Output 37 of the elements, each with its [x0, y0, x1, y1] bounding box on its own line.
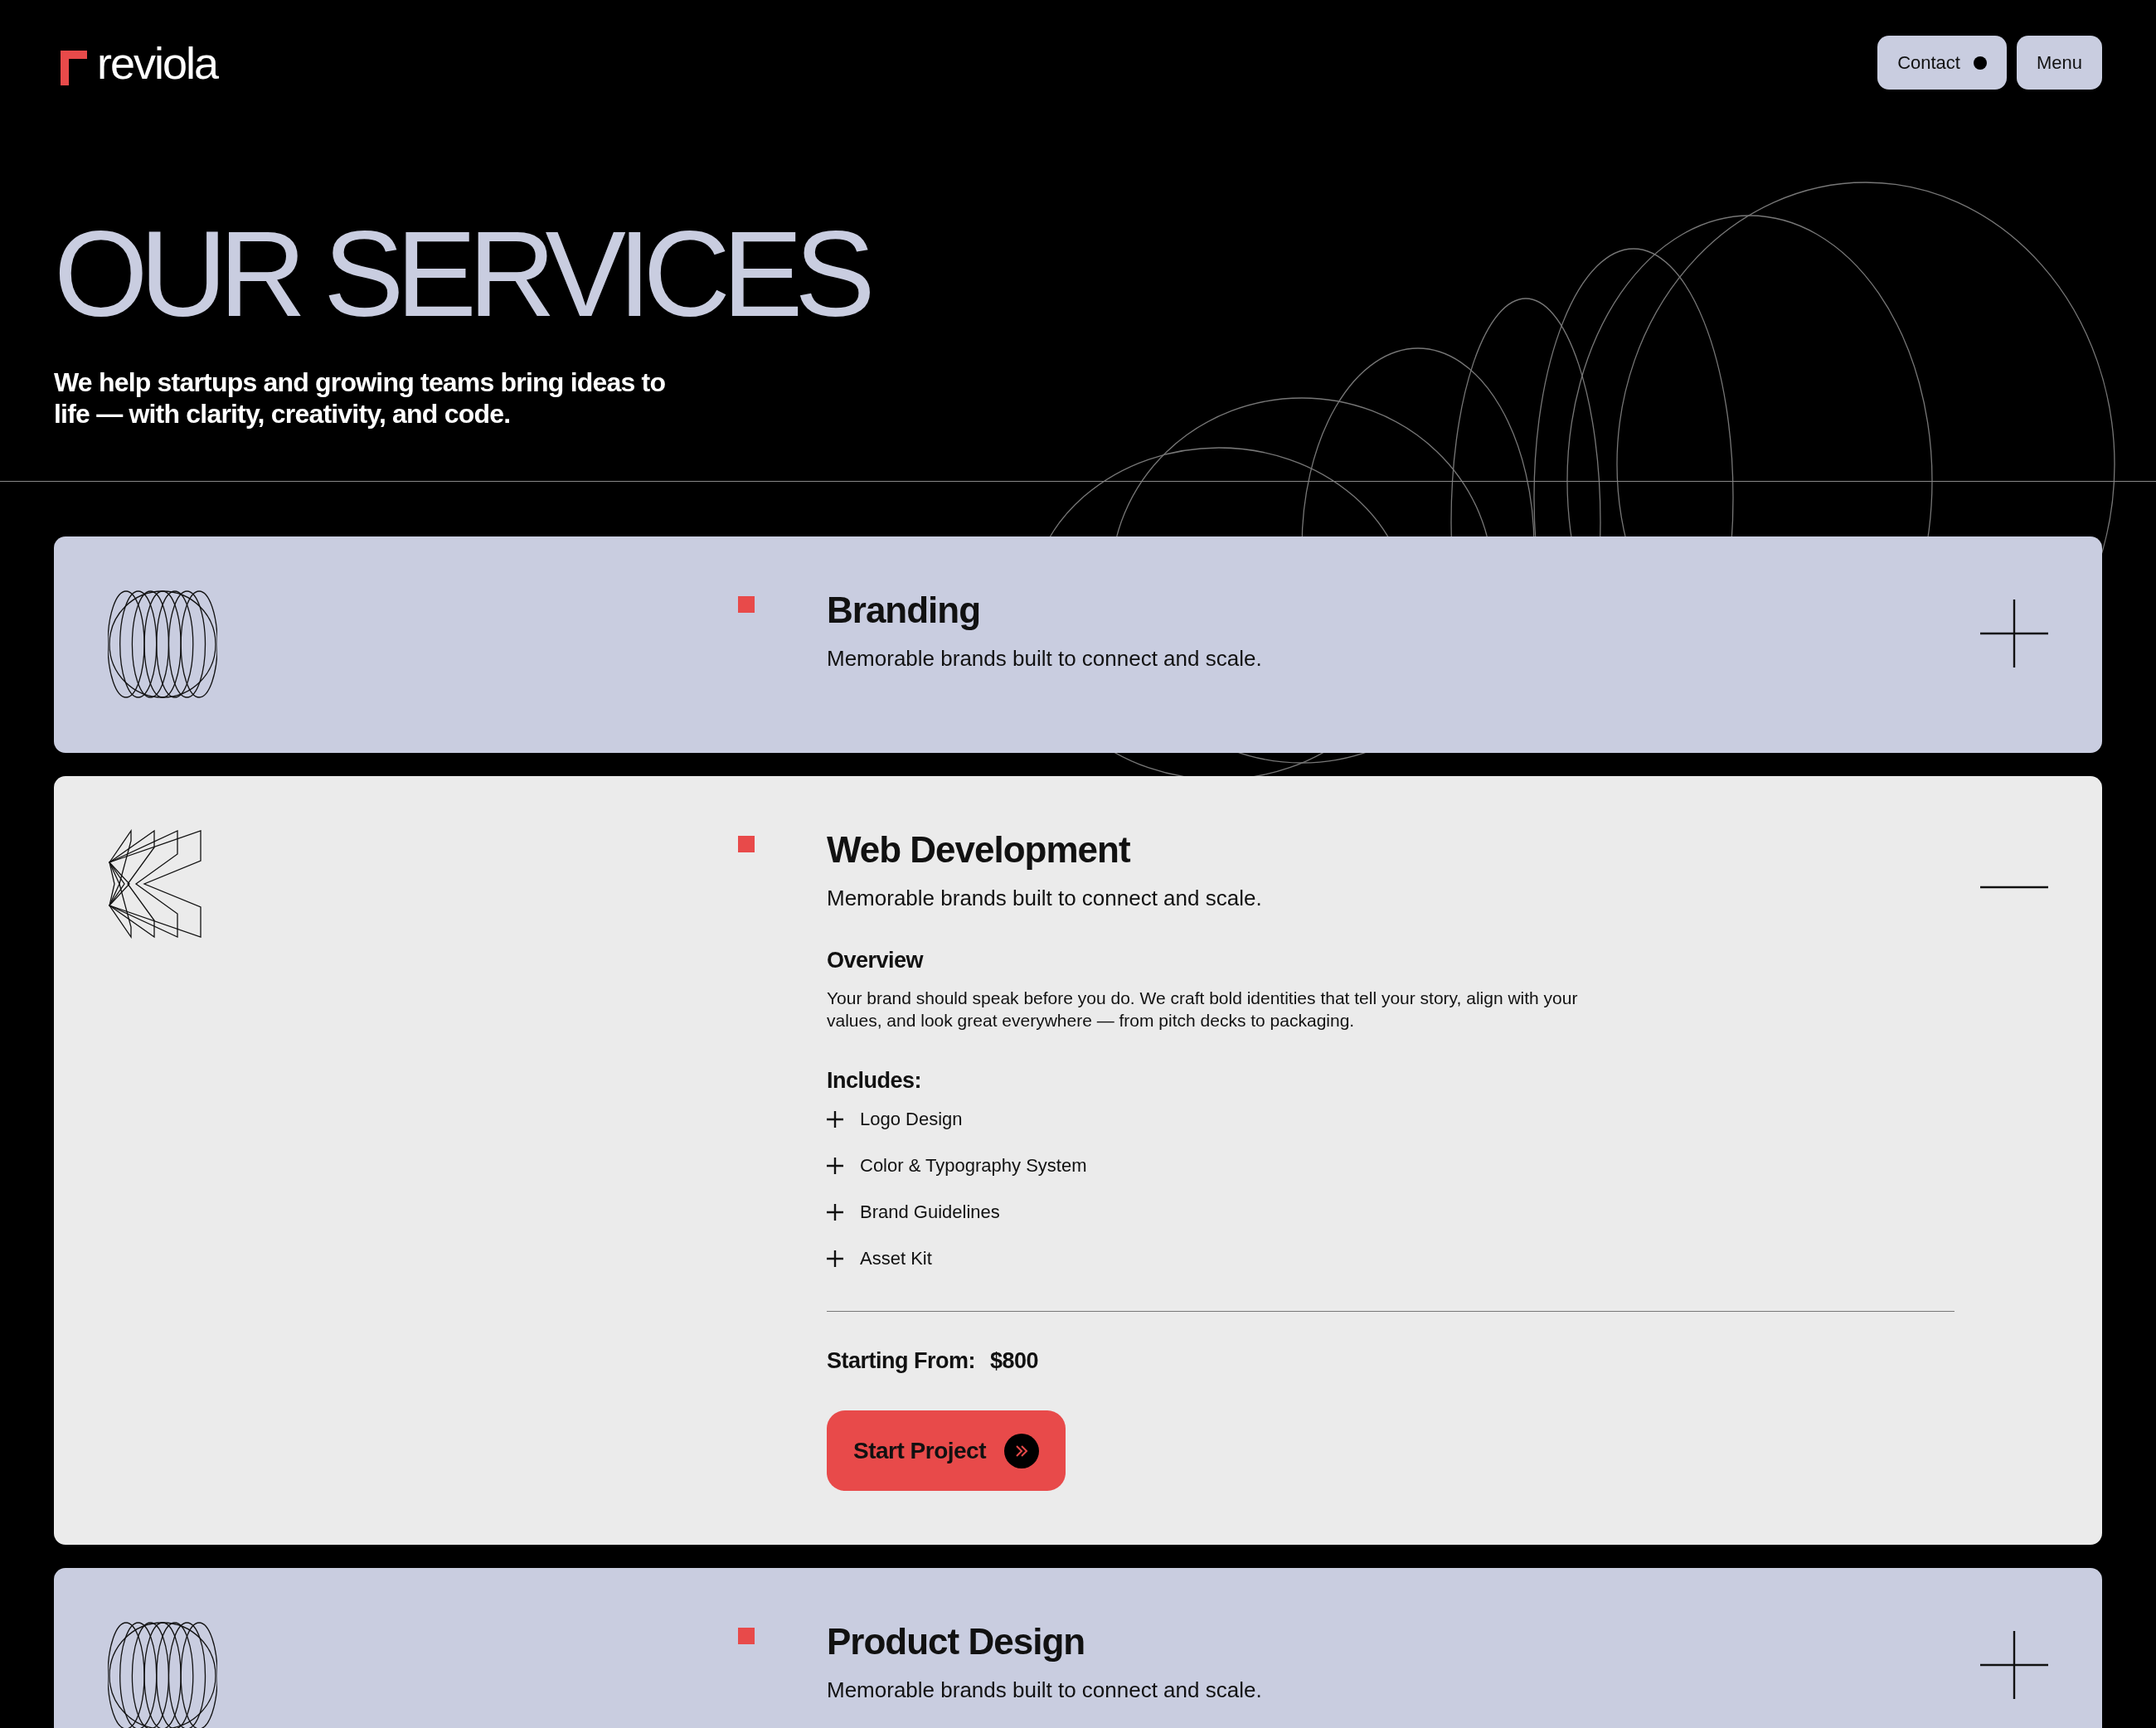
include-item: Logo Design: [860, 1109, 963, 1130]
includes-heading: Includes:: [827, 1068, 923, 1094]
service-title: Product Design: [827, 1621, 1086, 1662]
overview-heading: Overview: [827, 948, 925, 973]
rings-icon: [108, 1621, 217, 1728]
plus-icon: [827, 1204, 843, 1221]
page-subtitle: We help startups and growing teams bring ideas to life — with clarity, creativity, and code.: [54, 366, 667, 430]
logo-text: reviola: [97, 40, 218, 85]
plus-icon: [827, 1250, 843, 1267]
include-item: Color & Typography System: [860, 1155, 1087, 1177]
logo-mark-icon: [61, 50, 87, 85]
overview-text: Your brand should speak before you do. We craft bold identities that tell your story, align with your values, and look great everywhere — from pitch decks to packaging.: [827, 988, 1579, 1031]
service-card[interactable]: Branding Memorable brands built to connect and scale.: [54, 536, 2102, 753]
service-description: Memorable brands built to connect and scale.: [827, 886, 1263, 911]
include-item: Brand Guidelines: [860, 1201, 1000, 1223]
square-icon: [738, 596, 755, 613]
plus-icon[interactable]: [1980, 1631, 2048, 1699]
include-item: Asset Kit: [860, 1248, 932, 1269]
double-chevron-icon: [1004, 1433, 1039, 1468]
service-description: Memorable brands built to connect and scale.: [827, 1677, 1263, 1703]
square-icon: [738, 836, 755, 852]
contact-button[interactable]: Contact: [1877, 36, 2007, 90]
plus-icon: [827, 1158, 843, 1174]
price-label: Starting From:: [827, 1348, 975, 1374]
service-card[interactable]: Product Design Memorable brands built to connect and scale.: [54, 1568, 2102, 1728]
plus-icon[interactable]: [1980, 599, 2048, 667]
price-value: $800: [990, 1348, 1039, 1374]
plus-icon: [827, 1111, 843, 1128]
page-title: OUR SERVICES: [54, 214, 869, 335]
service-title: Web Development: [827, 829, 1131, 871]
square-icon: [738, 1628, 755, 1644]
start-project-button[interactable]: Start Project: [827, 1410, 1066, 1491]
menu-button[interactable]: Menu: [2016, 36, 2102, 90]
service-description: Memorable brands built to connect and scale.: [827, 646, 1263, 672]
minus-icon[interactable]: [1980, 886, 2048, 889]
service-title: Branding: [827, 590, 982, 631]
rings-icon: [108, 590, 217, 699]
